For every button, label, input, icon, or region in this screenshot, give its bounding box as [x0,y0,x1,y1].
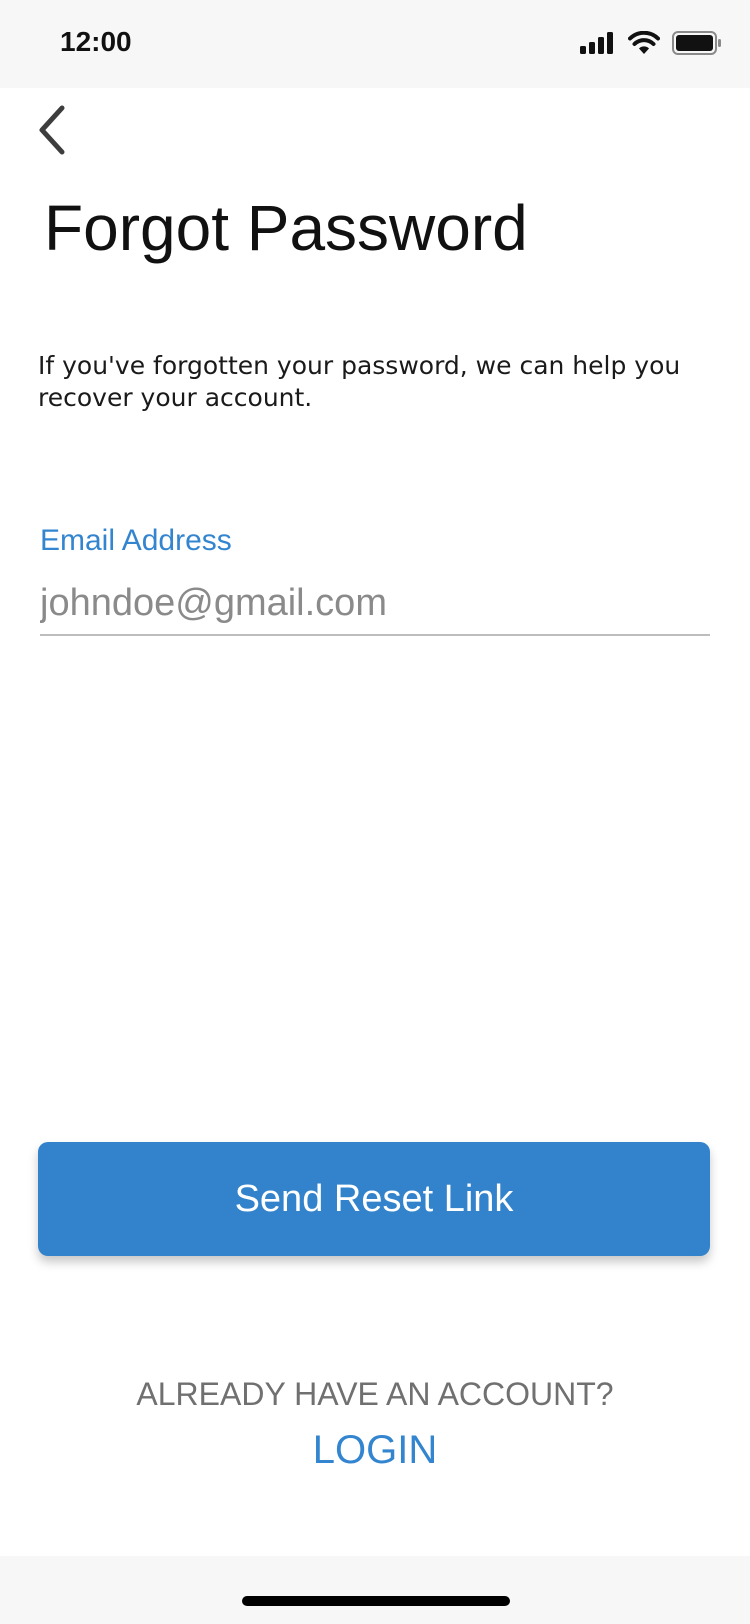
status-bar: 12:00 [0,0,750,88]
login-link[interactable]: LOGIN [0,1428,750,1473]
wifi-icon [628,30,660,60]
chevron-left-icon [34,104,70,161]
page-description: If you've forgotten your password, we ca… [38,351,681,412]
cellular-signal-icon [580,31,616,59]
send-reset-link-button[interactable]: Send Reset Link [38,1142,710,1256]
status-icons [580,30,722,60]
status-time: 12:00 [60,26,132,57]
email-label: Email Address [40,524,232,557]
page-title: Forgot Password [44,192,528,264]
back-button[interactable] [20,100,84,164]
battery-icon [672,30,722,60]
home-indicator[interactable] [242,1596,510,1606]
email-field[interactable] [40,572,710,636]
bottom-bar [0,1556,750,1624]
account-prompt: ALREADY HAVE AN ACCOUNT? [136,1376,614,1412]
